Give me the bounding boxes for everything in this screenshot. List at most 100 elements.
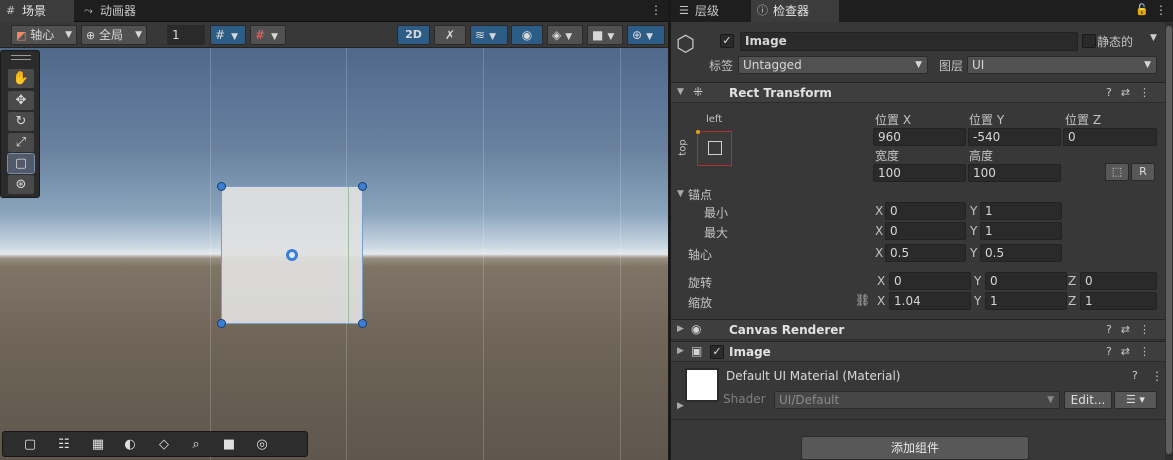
pivot-label: 轴心 (30, 28, 55, 42)
scale-x-field[interactable]: 1.04 (889, 292, 971, 310)
rotation-x-field[interactable]: 0 (889, 272, 971, 290)
lighting-icon: ✗ (444, 28, 456, 42)
foldout-arrow-icon[interactable]: ▶ (677, 401, 684, 411)
layers-icon[interactable]: ◇ (149, 435, 179, 454)
anchor-min-y-value: 1 (985, 204, 993, 218)
anchor-max-x-field[interactable]: 0 (885, 222, 966, 240)
pos-z-value: 0 (1068, 130, 1076, 144)
tag-dropdown[interactable]: Untagged ▼ (738, 56, 928, 74)
transform-tool-icon[interactable]: ⊛ (8, 175, 34, 194)
axis-x-label: X (877, 294, 886, 308)
height-label: 高度 (969, 149, 994, 163)
rect-tool-icon[interactable]: ▢ (7, 153, 35, 174)
grid-hatch-icon[interactable]: ▦ (83, 435, 113, 454)
anchor-presets-button[interactable] (696, 130, 732, 166)
more-menu-icon[interactable]: ⋮ (650, 3, 662, 17)
more-menu-icon[interactable]: ⋮ (1155, 3, 1167, 17)
tab-hierarchy[interactable]: ☰ 层级 (673, 0, 749, 22)
visibility-toggle[interactable]: ◉ (511, 25, 543, 45)
layer-dropdown[interactable]: UI ▼ (967, 56, 1157, 74)
pivot-y-field[interactable]: 0.5 (980, 244, 1062, 262)
camera-dropdown[interactable]: ■ ▼ (587, 25, 623, 45)
pos-x-field[interactable]: 960 (873, 128, 966, 146)
search-icon[interactable]: ⌕ (181, 435, 211, 454)
raw-edit-label: R (1139, 165, 1147, 178)
resize-handle-top-right[interactable] (358, 182, 367, 191)
scale-y-field[interactable]: 1 (985, 292, 1067, 310)
camera-icon[interactable]: ■ (214, 435, 244, 454)
component-header-icons[interactable]: ?⇄⋮ (1106, 345, 1159, 358)
pivot-dropdown[interactable]: ◩ 轴心 ▼ (11, 25, 77, 45)
gameobject-cube-icon[interactable]: ⬡ (676, 32, 695, 57)
material-preview[interactable] (685, 368, 719, 402)
pivot-handle[interactable] (286, 249, 298, 261)
resize-handle-bottom-right[interactable] (358, 319, 367, 328)
anchor-min-y-field[interactable]: 1 (980, 202, 1062, 220)
inspector-scrollbar[interactable] (1165, 22, 1173, 460)
height-field[interactable]: 100 (968, 164, 1061, 182)
tab-animator[interactable]: ⤳ 动画器 (78, 0, 158, 22)
image-component-header[interactable]: ▶ ▣ ✓ Image ?⇄⋮ (671, 341, 1165, 362)
anchor-max-y-field[interactable]: 1 (980, 222, 1062, 240)
drag-handle[interactable] (11, 59, 31, 60)
scrollbar-thumb[interactable] (1166, 26, 1172, 454)
layers-dropdown[interactable]: ◈ ▼ (547, 25, 583, 45)
grid-line (210, 48, 211, 460)
link-icon[interactable]: ⛓ (855, 293, 870, 307)
rotation-y-field[interactable]: 0 (985, 272, 1067, 290)
grid-snap-toggle[interactable]: # ▼ (210, 25, 246, 45)
blueprint-mode-button[interactable]: ⬚ (1105, 163, 1129, 181)
image-enabled-checkbox[interactable]: ✓ (710, 345, 724, 359)
lock-icon[interactable]: 🔓 (1135, 3, 1149, 16)
tab-inspector[interactable]: ⓘ 检查器 (751, 0, 839, 22)
chevron-down-icon[interactable]: ▼ (1150, 33, 1157, 43)
width-field[interactable]: 100 (873, 164, 966, 182)
pivot-x-field[interactable]: 0.5 (885, 244, 966, 262)
gizmos-dropdown[interactable]: ⊕ ▼ (627, 25, 665, 45)
global-dropdown[interactable]: ⊕ 全局 ▼ (81, 25, 147, 45)
canvas-renderer-header[interactable]: ▶ ◉ Canvas Renderer ?⇄⋮ (671, 319, 1165, 340)
rect-select-icon[interactable]: ▢ (15, 435, 45, 454)
scale-tool-icon[interactable]: ⤢ (8, 133, 34, 152)
chevron-down-icon: ▼ (65, 30, 72, 40)
resize-handle-top-left[interactable] (217, 182, 226, 191)
ui-image-object[interactable] (217, 182, 367, 328)
add-component-button[interactable]: 添加组件 (801, 436, 1029, 460)
compass-icon[interactable]: ◎ (247, 435, 277, 454)
shader-options-dropdown[interactable]: ☰ ▾ (1114, 391, 1157, 409)
lighting-toggle[interactable]: ✗ (434, 25, 466, 45)
increment-snap-toggle[interactable]: # ▼ (250, 25, 286, 45)
hand-tool-icon[interactable]: ✋ (8, 69, 34, 88)
raw-edit-button[interactable]: R (1131, 163, 1155, 181)
tab-scene[interactable]: # 场景 (0, 0, 74, 22)
component-header-icons[interactable]: ?⇄⋮ (1106, 323, 1159, 336)
drag-handle[interactable] (11, 55, 31, 56)
resize-handle-bottom-left[interactable] (217, 319, 226, 328)
2d-toggle-button[interactable]: 2D (397, 25, 430, 45)
fx-toggle[interactable]: ≋ ▼ (470, 25, 508, 45)
circle-half-icon[interactable]: ◐ (115, 435, 145, 454)
static-checkbox[interactable] (1082, 34, 1096, 48)
scale-z-field[interactable]: 1 (1080, 292, 1157, 310)
axis-x-label: X (875, 224, 884, 238)
object-name-input[interactable]: Image (740, 32, 1078, 51)
rect-transform-icon: ⁜ (693, 85, 704, 99)
shader-dropdown[interactable]: UI/Default ▼ (774, 391, 1060, 409)
component-header-icons[interactable]: ?⇄⋮ (1106, 86, 1159, 99)
rotation-z-field[interactable]: 0 (1080, 272, 1157, 290)
pos-z-field[interactable]: 0 (1063, 128, 1157, 146)
more-menu-icon[interactable]: ⋮ (1151, 369, 1163, 383)
axis-y-label: Y (974, 274, 982, 288)
rotate-tool-icon[interactable]: ↻ (8, 112, 34, 131)
active-checkbox[interactable]: ✓ (720, 34, 734, 48)
anchor-min-x-field[interactable]: 0 (885, 202, 966, 220)
move-tool-icon[interactable]: ✥ (8, 91, 34, 110)
help-icon[interactable]: ? (1132, 369, 1138, 382)
gizmo-icon: ⊕ (632, 28, 643, 42)
grid-size-input[interactable]: 1 (167, 25, 205, 45)
rect-transform-header[interactable]: ▼ ⁜ Rect Transform ?⇄⋮ (671, 82, 1165, 103)
pos-y-field[interactable]: -540 (968, 128, 1061, 146)
edit-shader-button[interactable]: Edit... (1064, 391, 1112, 409)
foldout-arrow-icon[interactable]: ▼ (677, 189, 684, 199)
adjust-icon[interactable]: ☷ (49, 435, 79, 454)
